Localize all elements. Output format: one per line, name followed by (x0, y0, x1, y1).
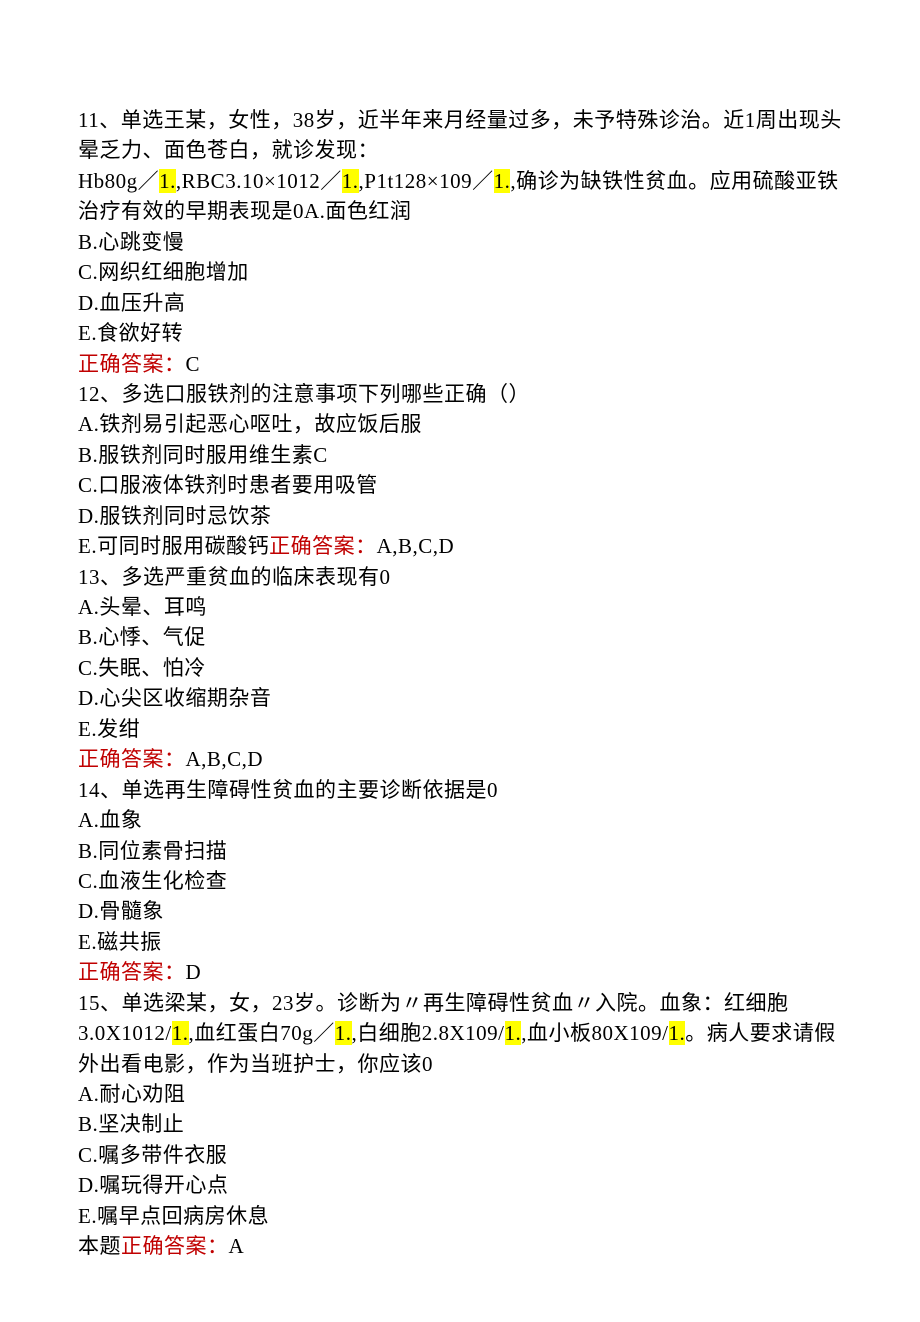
q12-option-b: B.服铁剂同时服用维生素C (78, 440, 842, 470)
q15-hl3: 1. (505, 1021, 522, 1045)
q15-stem4: ,血小板80X109/ (521, 1021, 668, 1045)
q11-answer-label: 正确答案： (78, 352, 186, 376)
q12-option-c: C.口服液体铁剂时患者要用吸管 (78, 470, 842, 500)
q13-option-a: A.头晕、耳鸣 (78, 592, 842, 622)
q13-answer: 正确答案：A,B,C,D (78, 744, 842, 774)
q11-stem2a: Hb80g／ (78, 169, 159, 193)
q11-stem2b: ,RBC3.10×1012／ (176, 169, 342, 193)
q11-hl1: 1. (159, 169, 176, 193)
q14-option-c: C.血液生化检查 (78, 866, 842, 896)
q11-hl2: 1. (342, 169, 359, 193)
q15-answer-label: 正确答案： (121, 1234, 229, 1258)
q12-option-a: A.铁剂易引起恶心呕吐，故应饭后服 (78, 409, 842, 439)
q13-option-b: B.心悸、气促 (78, 622, 842, 652)
q12-answer-label: 正确答案： (269, 534, 377, 558)
q13-answer-value: A,B,C,D (186, 747, 264, 771)
q15-option-e: E.嘱早点回病房休息 (78, 1201, 842, 1231)
q15-stem3: ,白细胞2.8X109/ (352, 1021, 505, 1045)
q13-option-c: C.失眠、怕冷 (78, 653, 842, 683)
q15-option-d: D.嘱玩得开心点 (78, 1170, 842, 1200)
q11-stem-line2: Hb80g／1.,RBC3.10×1012／1.,P1t128×109／1.,确… (78, 166, 842, 227)
q12-option-e-answer: E.可同时服用碳酸钙正确答案：A,B,C,D (78, 531, 842, 561)
q15-option-a: A.耐心劝阻 (78, 1079, 842, 1109)
q15-option-b: B.坚决制止 (78, 1109, 842, 1139)
q15-stem: 15、单选梁某，女，23岁。诊断为〃再生障碍性贫血〃入院。血象：红细胞3.0X1… (78, 988, 842, 1079)
q11-option-b: B.心跳变慢 (78, 227, 842, 257)
q14-option-d: D.骨髓象 (78, 896, 842, 926)
q12-answer-value: A,B,C,D (377, 534, 455, 558)
q14-stem: 14、单选再生障碍性贫血的主要诊断依据是0 (78, 775, 842, 805)
q13-stem: 13、多选严重贫血的临床表现有0 (78, 562, 842, 592)
q13-option-d: D.心尖区收缩期杂音 (78, 683, 842, 713)
q15-option-c: C.嘱多带件衣服 (78, 1140, 842, 1170)
q11-hl3: 1. (494, 169, 511, 193)
q15-answer-value: A (229, 1234, 245, 1258)
q14-option-b: B.同位素骨扫描 (78, 836, 842, 866)
q15-answer: 本题正确答案：A (78, 1231, 842, 1261)
q15-hl2: 1. (335, 1021, 352, 1045)
q11-option-e: E.食欲好转 (78, 318, 842, 348)
q13-option-e: E.发绀 (78, 714, 842, 744)
q14-answer-label: 正确答案： (78, 960, 186, 984)
q14-answer: 正确答案：D (78, 957, 842, 987)
q11-answer: 正确答案：C (78, 349, 842, 379)
q14-option-e: E.磁共振 (78, 927, 842, 957)
q11-option-d: D.血压升高 (78, 288, 842, 318)
q15-hl4: 1. (669, 1021, 686, 1045)
q13-answer-label: 正确答案： (78, 747, 186, 771)
q11-stem-line1: 11、单选王某，女性，38岁，近半年来月经量过多，未予特殊诊治。近1周出现头晕乏… (78, 105, 842, 166)
document-page: 11、单选王某，女性，38岁，近半年来月经量过多，未予特殊诊治。近1周出现头晕乏… (0, 0, 920, 1322)
q11-option-c: C.网织红细胞增加 (78, 257, 842, 287)
q15-stem2: ,血红蛋白70g／ (189, 1021, 335, 1045)
q11-stem2c: ,P1t128×109／ (359, 169, 494, 193)
q12-stem: 12、多选口服铁剂的注意事项下列哪些正确（） (78, 379, 842, 409)
q11-answer-value: C (186, 352, 201, 376)
q15-hl1: 1. (172, 1021, 189, 1045)
q14-answer-value: D (186, 960, 202, 984)
q15-answer-pre: 本题 (78, 1234, 121, 1258)
q12-option-d: D.服铁剂同时忌饮茶 (78, 501, 842, 531)
q14-option-a: A.血象 (78, 805, 842, 835)
q12-option-e-text: E.可同时服用碳酸钙 (78, 534, 269, 558)
